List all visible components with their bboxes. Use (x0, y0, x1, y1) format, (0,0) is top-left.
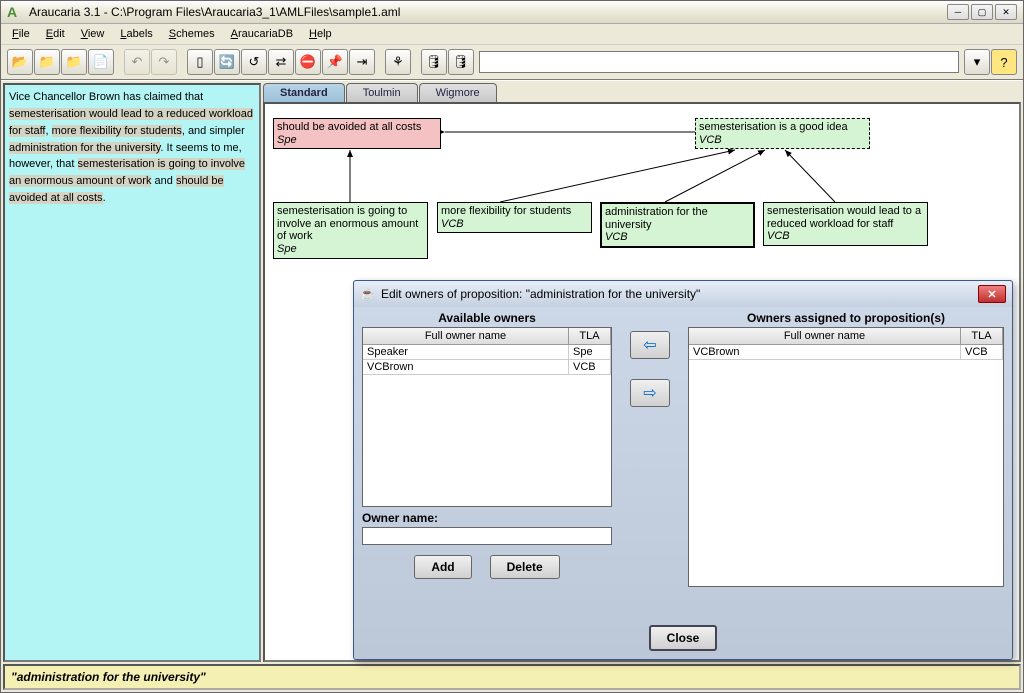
text-panel[interactable]: Vice Chancellor Brown has claimed that s… (3, 83, 261, 662)
menu-labels[interactable]: Labels (113, 26, 159, 42)
export-icon[interactable]: 📄 (88, 49, 114, 75)
menu-edit[interactable]: Edit (39, 26, 72, 42)
dialog-close-button[interactable]: ✕ (978, 285, 1006, 303)
undo-icon[interactable]: ↶ (124, 49, 150, 75)
status-bar: "administration for the university" (3, 664, 1021, 690)
available-header: Available owners (362, 311, 612, 325)
swap-icon[interactable]: ⇄ (268, 49, 294, 75)
add-button[interactable]: Add (414, 555, 471, 579)
main-window: A Araucaria 3.1 - C:\Program Files\Arauc… (0, 0, 1024, 693)
app-icon: A (7, 4, 23, 20)
menu-view[interactable]: View (74, 26, 112, 42)
save-folder-icon[interactable]: 📁 (61, 49, 87, 75)
remove-owner-button[interactable]: ⇦ (630, 331, 670, 359)
node-premise-2[interactable]: more flexibility for studentsVCB (437, 202, 592, 233)
help-icon[interactable]: ? (991, 49, 1017, 75)
tab-standard[interactable]: Standard (263, 83, 345, 102)
dialog-title: Edit owners of proposition: "administrat… (381, 287, 972, 301)
tab-wigmore[interactable]: Wigmore (419, 83, 497, 102)
node-claim[interactable]: semesterisation is a good ideaVCB (695, 118, 870, 149)
table-row: VCBrownVCB (363, 360, 611, 375)
assigned-owners-table[interactable]: Full owner nameTLA VCBrownVCB (688, 327, 1004, 587)
minimize-button[interactable]: ─ (947, 4, 969, 20)
redo-icon[interactable]: ↷ (151, 49, 177, 75)
table-row: VCBrownVCB (689, 345, 1003, 360)
delete-icon[interactable]: ⛔ (295, 49, 321, 75)
toolbar: 📂 📁 📁 📄 ↶ ↷ ▯ 🔄 ↺ ⇄ ⛔ 📌 ⇥ ⚘ 🛢 🛢 ▾ ? (1, 45, 1023, 80)
close-dialog-button[interactable]: Close (649, 625, 718, 651)
maximize-button[interactable]: ▢ (971, 4, 993, 20)
pin-icon[interactable]: 📌 (322, 49, 348, 75)
open-folder-icon[interactable]: 📁 (34, 49, 60, 75)
new-page-icon[interactable]: ▯ (187, 49, 213, 75)
page-refresh-icon[interactable]: 🔄 (214, 49, 240, 75)
menu-db[interactable]: AraucariaDB (224, 26, 300, 42)
titlebar: A Araucaria 3.1 - C:\Program Files\Arauc… (1, 1, 1023, 24)
delete-button[interactable]: Delete (490, 555, 560, 579)
menu-help[interactable]: Help (302, 26, 339, 42)
java-icon: ☕ (360, 287, 375, 301)
scheme-select[interactable] (479, 51, 959, 73)
tab-toulmin[interactable]: Toulmin (346, 83, 418, 102)
tabs: Standard Toulmin Wigmore (263, 83, 1021, 102)
node-premise-3[interactable]: administration for the universityVCB (600, 202, 755, 248)
table-row: SpeakerSpe (363, 345, 611, 360)
owner-name-input[interactable] (362, 527, 612, 545)
dialog-titlebar: ☕ Edit owners of proposition: "administr… (354, 281, 1012, 307)
node-premise-1[interactable]: semesterisation is going to involve an e… (273, 202, 428, 259)
owners-dialog: ☕ Edit owners of proposition: "administr… (353, 280, 1013, 660)
close-button[interactable]: ✕ (995, 4, 1017, 20)
menu-file[interactable]: File (5, 26, 37, 42)
link-icon[interactable]: ⇥ (349, 49, 375, 75)
open-text-icon[interactable]: 📂 (7, 49, 33, 75)
dropdown-icon[interactable]: ▾ (964, 49, 990, 75)
refresh-icon[interactable]: ↺ (241, 49, 267, 75)
db2-icon[interactable]: 🛢 (448, 49, 474, 75)
menubar: File Edit View Labels Schemes AraucariaD… (1, 24, 1023, 45)
assigned-header: Owners assigned to proposition(s) (688, 311, 1004, 325)
db-icon[interactable]: 🛢 (421, 49, 447, 75)
assign-owner-button[interactable]: ⇨ (630, 379, 670, 407)
window-title: Araucaria 3.1 - C:\Program Files\Araucar… (29, 5, 941, 19)
tree-icon[interactable]: ⚘ (385, 49, 411, 75)
available-owners-table[interactable]: Full owner nameTLA SpeakerSpe VCBrownVCB (362, 327, 612, 507)
owner-name-label: Owner name: (362, 511, 612, 525)
menu-schemes[interactable]: Schemes (162, 26, 222, 42)
node-conclusion[interactable]: should be avoided at all costsSpe (273, 118, 441, 149)
node-premise-4[interactable]: semesterisation would lead to a reduced … (763, 202, 928, 246)
